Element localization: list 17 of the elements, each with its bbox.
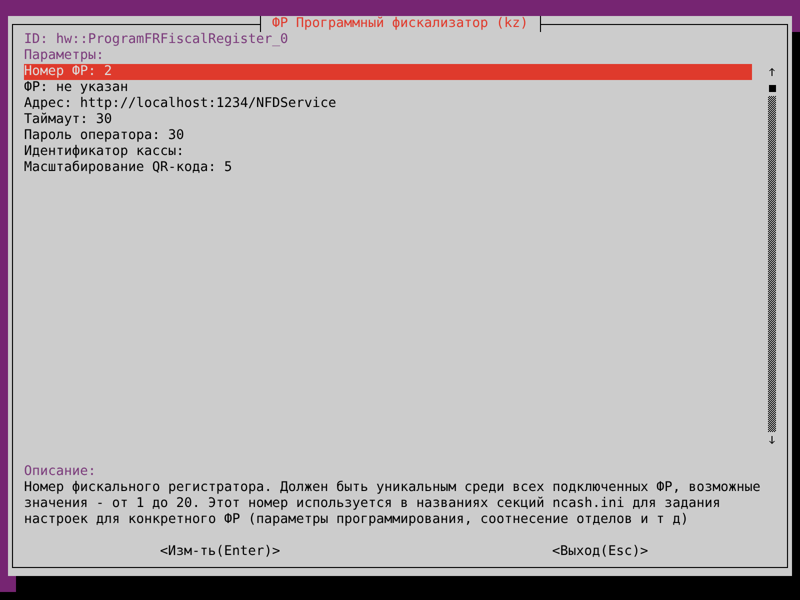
arrow-up-icon[interactable] — [769, 68, 775, 76]
section-heading: Параметры: — [24, 48, 104, 64]
parameter-item[interactable]: ФР: не указан — [24, 80, 752, 96]
scroll-track[interactable] — [768, 96, 776, 432]
dialog-title: ФР Программный фискализатор (kz) — [260, 16, 542, 32]
edit-button[interactable]: <Изм-ть(Enter)> — [160, 544, 280, 560]
parameter-item[interactable]: Пароль оператора: 30 — [24, 128, 752, 144]
parameter-item[interactable]: Таймаут: 30 — [24, 112, 752, 128]
section-heading: Описание: — [24, 464, 96, 480]
scroll-thumb[interactable] — [768, 84, 776, 92]
description-text: Номер фискального регистратора. Должен быть уникальным среди всех подключенных ФР, возможные значения - от 1 до 20. Этот номер используется в названиях секций ncash.ini для задания настроек для конкретного ФР (параметры программирования, соотнесение отделов и т д) — [24, 480, 762, 528]
arrow-down-icon[interactable] — [769, 436, 775, 444]
exit-button[interactable]: <Выход(Esc)> — [552, 544, 648, 560]
parameter-item[interactable]: Идентификатор кассы: — [24, 144, 752, 160]
id-text: ID: hw::ProgramFRFiscalRegister_0 — [24, 32, 288, 48]
parameter-item[interactable]: Адрес: http://localhost:1234/NFDService — [24, 96, 752, 112]
parameter-item[interactable]: Масштабирование QR-кода: 5 — [24, 160, 752, 176]
